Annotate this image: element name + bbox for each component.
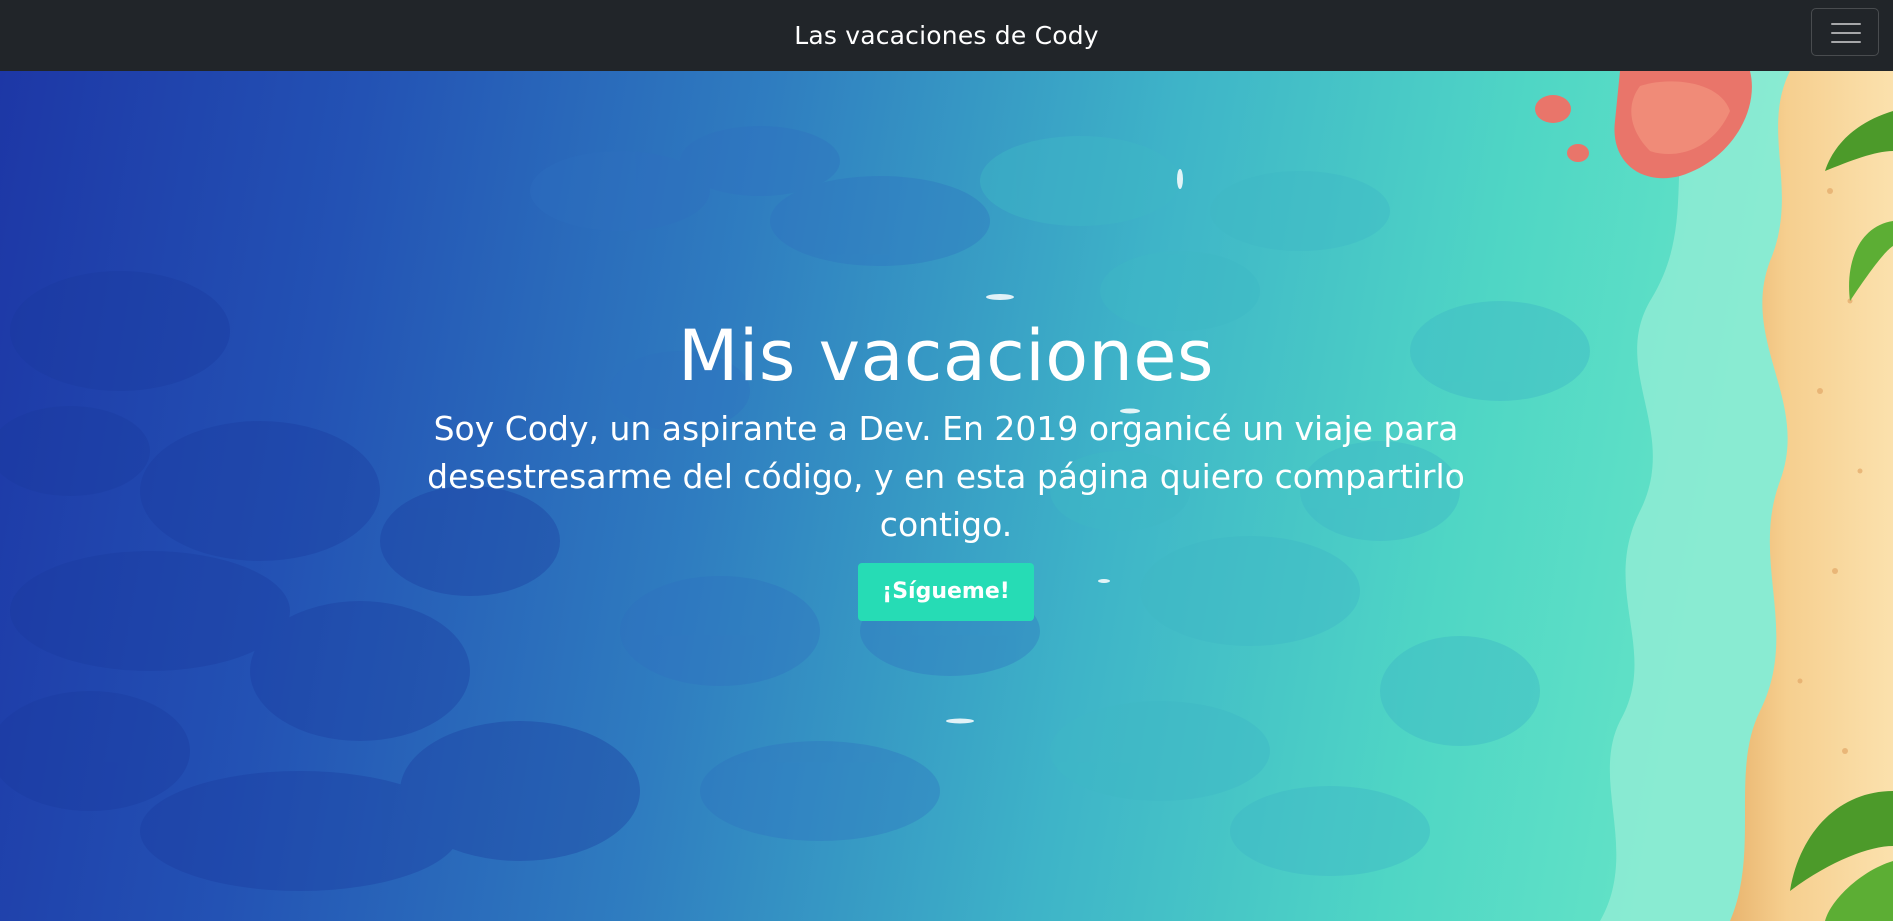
hero-content: Mis vacaciones Soy Cody, un aspirante a …	[346, 311, 1546, 621]
navbar: Las vacaciones de Cody	[0, 0, 1893, 71]
navbar-brand[interactable]: Las vacaciones de Cody	[0, 0, 1893, 71]
page: Las vacaciones de Cody Mis vacaciones So…	[0, 0, 1893, 921]
hero-section: Mis vacaciones Soy Cody, un aspirante a …	[0, 71, 1893, 921]
navbar-toggler-button[interactable]	[1811, 8, 1879, 56]
follow-me-button[interactable]: ¡Sígueme!	[858, 563, 1034, 621]
hamburger-menu-icon	[1831, 23, 1861, 43]
hero-subtitle: Soy Cody, un aspirante a Dev. En 2019 or…	[427, 409, 1465, 544]
hero-title: Mis vacaciones	[678, 315, 1214, 397]
